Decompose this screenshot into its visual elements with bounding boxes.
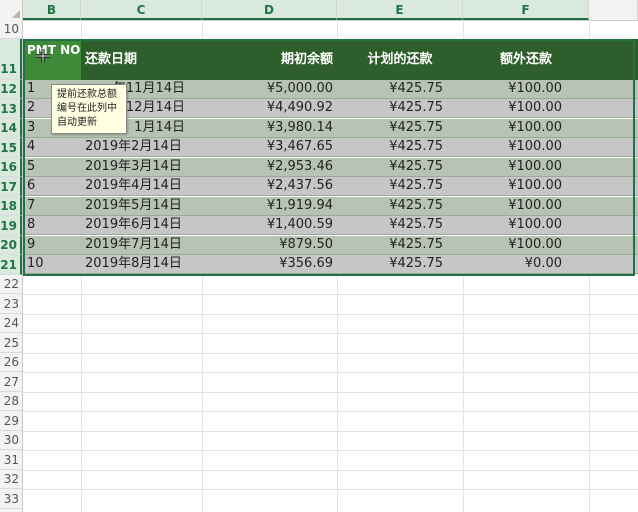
cell-payment-date[interactable]: 2019年2月14日 bbox=[81, 138, 202, 156]
cell-opening-balance[interactable]: ¥5,000.00 bbox=[202, 80, 337, 98]
cell-pmt-no[interactable]: 5 bbox=[23, 158, 81, 176]
cell-comment-tooltip: 提前还款总额 编号在此列中 自动更新 bbox=[51, 84, 127, 134]
row-header-30[interactable]: 30 bbox=[0, 431, 22, 450]
row-header-31[interactable]: 31 bbox=[0, 450, 22, 470]
column-header-e[interactable]: E bbox=[337, 0, 463, 20]
table-row: 7 2019年5月14日 ¥1,919.94 ¥425.75 ¥100.00 bbox=[23, 197, 638, 216]
table-row: 4 2019年2月14日 ¥3,467.65 ¥425.75 ¥100.00 bbox=[23, 138, 638, 157]
row-header-22[interactable]: 22 bbox=[0, 275, 22, 294]
move-cursor-icon bbox=[36, 49, 50, 63]
cell-payment-date[interactable]: 2019年6月14日 bbox=[81, 216, 202, 234]
cell-extra-payment[interactable]: ¥100.00 bbox=[463, 197, 566, 215]
row-header-26[interactable]: 26 bbox=[0, 353, 22, 372]
row-header-19[interactable]: 19 bbox=[0, 216, 22, 236]
column-header-f[interactable]: F bbox=[463, 0, 589, 20]
cell-pmt-no[interactable]: 7 bbox=[23, 197, 81, 215]
cell-extra-payment[interactable]: ¥100.00 bbox=[463, 119, 566, 137]
cell-pmt-no[interactable]: 6 bbox=[23, 177, 81, 195]
cell-opening-balance[interactable]: ¥1,400.59 bbox=[202, 216, 337, 234]
cell-opening-balance[interactable]: ¥356.69 bbox=[202, 255, 337, 273]
cell-extra-payment[interactable]: ¥100.00 bbox=[463, 216, 566, 234]
header-cell-payment-date[interactable]: 还款日期 bbox=[81, 39, 202, 80]
header-cell-pmt-no[interactable]: PMT NO bbox=[23, 39, 81, 80]
select-all-triangle-icon bbox=[12, 10, 20, 18]
cell-payment-date[interactable]: 2019年7月14日 bbox=[81, 236, 202, 254]
cell-opening-balance[interactable]: ¥879.50 bbox=[202, 236, 337, 254]
cell-scheduled-payment[interactable]: ¥425.75 bbox=[337, 99, 447, 117]
row-header-32[interactable]: 32 bbox=[0, 470, 22, 489]
cell-opening-balance[interactable]: ¥2,953.46 bbox=[202, 158, 337, 176]
cell-opening-balance[interactable]: ¥3,980.14 bbox=[202, 119, 337, 137]
cell-extra-payment[interactable]: ¥100.00 bbox=[463, 138, 566, 156]
row-header-12[interactable]: 12 bbox=[0, 80, 22, 99]
cell-scheduled-payment[interactable]: ¥425.75 bbox=[337, 236, 447, 254]
cell-opening-balance[interactable]: ¥2,437.56 bbox=[202, 177, 337, 195]
tooltip-line-1: 提前还款总额 bbox=[57, 89, 117, 100]
cell-opening-balance[interactable]: ¥1,919.94 bbox=[202, 197, 337, 215]
cell-extra-payment[interactable]: ¥0.00 bbox=[463, 255, 566, 273]
table-row: 8 2019年6月14日 ¥1,400.59 ¥425.75 ¥100.00 bbox=[23, 216, 638, 235]
column-header-d[interactable]: D bbox=[202, 0, 337, 20]
cell-scheduled-payment[interactable]: ¥425.75 bbox=[337, 119, 447, 137]
row-header-16[interactable]: 16 bbox=[0, 158, 22, 177]
row-header-23[interactable]: 23 bbox=[0, 294, 22, 314]
select-all-corner[interactable] bbox=[0, 0, 23, 20]
row-header-15[interactable]: 15 bbox=[0, 138, 22, 158]
cell-scheduled-payment[interactable]: ¥425.75 bbox=[337, 138, 447, 156]
tooltip-line-3: 自动更新 bbox=[57, 117, 97, 128]
row-header-21[interactable]: 21 bbox=[0, 255, 22, 275]
header-cell-opening-balance[interactable]: 期初余额 bbox=[202, 39, 337, 80]
table-row: 5 2019年3月14日 ¥2,953.46 ¥425.75 ¥100.00 bbox=[23, 158, 638, 177]
row-header-29[interactable]: 29 bbox=[0, 411, 22, 431]
row-header-28[interactable]: 28 bbox=[0, 392, 22, 411]
header-cell-extra-payment[interactable]: 额外还款 bbox=[463, 39, 589, 80]
cell-extra-payment[interactable]: ¥100.00 bbox=[463, 80, 566, 98]
table-row: 6 2019年4月14日 ¥2,437.56 ¥425.75 ¥100.00 bbox=[23, 177, 638, 196]
row-header-33[interactable]: 33 bbox=[0, 489, 22, 509]
row-header-11[interactable]: 11 bbox=[0, 39, 22, 80]
cell-scheduled-payment[interactable]: ¥425.75 bbox=[337, 197, 447, 215]
row-header-25[interactable]: 25 bbox=[0, 333, 22, 353]
cell-scheduled-payment[interactable]: ¥425.75 bbox=[337, 158, 447, 176]
table-header-row: PMT NO 还款日期 期初余额 计划的还款 额外还款 bbox=[23, 39, 638, 80]
column-header-c[interactable]: C bbox=[81, 0, 202, 20]
row-header-14[interactable]: 14 bbox=[0, 119, 22, 138]
cell-pmt-no[interactable]: 10 bbox=[23, 255, 81, 273]
row-header-13[interactable]: 13 bbox=[0, 99, 22, 119]
cell-extra-payment[interactable]: ¥100.00 bbox=[463, 99, 566, 117]
tooltip-line-2: 编号在此列中 bbox=[57, 103, 117, 114]
table-row: 9 2019年7月14日 ¥879.50 ¥425.75 ¥100.00 bbox=[23, 236, 638, 255]
row-header-24[interactable]: 24 bbox=[0, 314, 22, 333]
row-header-18[interactable]: 18 bbox=[0, 197, 22, 216]
column-header-b[interactable]: B bbox=[23, 0, 81, 20]
row-header-10[interactable]: 10 bbox=[0, 20, 22, 39]
cell-opening-balance[interactable]: ¥3,467.65 bbox=[202, 138, 337, 156]
row-header-20[interactable]: 20 bbox=[0, 236, 22, 255]
cell-payment-date[interactable]: 2019年8月14日 bbox=[81, 255, 202, 273]
cell-pmt-no[interactable]: 8 bbox=[23, 216, 81, 234]
cell-pmt-no[interactable]: 9 bbox=[23, 236, 81, 254]
cell-pmt-no[interactable]: 4 bbox=[23, 138, 81, 156]
row-header-17[interactable]: 17 bbox=[0, 177, 22, 197]
cell-scheduled-payment[interactable]: ¥425.75 bbox=[337, 177, 447, 195]
cell-extra-payment[interactable]: ¥100.00 bbox=[463, 177, 566, 195]
cell-scheduled-payment[interactable]: ¥425.75 bbox=[337, 80, 447, 98]
cell-scheduled-payment[interactable]: ¥425.75 bbox=[337, 255, 447, 273]
row-header-27[interactable]: 27 bbox=[0, 372, 22, 392]
cell-extra-payment[interactable]: ¥100.00 bbox=[463, 158, 566, 176]
cell-payment-date[interactable]: 2019年4月14日 bbox=[81, 177, 202, 195]
column-header-bar: B C D E F bbox=[0, 0, 638, 21]
cell-payment-date[interactable]: 2019年3月14日 bbox=[81, 158, 202, 176]
cell-opening-balance[interactable]: ¥4,490.92 bbox=[202, 99, 337, 117]
column-header-g[interactable] bbox=[589, 0, 638, 20]
header-cell-scheduled-payment[interactable]: 计划的还款 bbox=[337, 39, 463, 80]
cell-extra-payment[interactable]: ¥100.00 bbox=[463, 236, 566, 254]
cell-payment-date[interactable]: 2019年5月14日 bbox=[81, 197, 202, 215]
table-row: 10 2019年8月14日 ¥356.69 ¥425.75 ¥0.00 bbox=[23, 255, 638, 274]
cell-scheduled-payment[interactable]: ¥425.75 bbox=[337, 216, 447, 234]
row-header-bar: 10 11 12 13 14 15 16 17 18 19 20 21 22 2… bbox=[0, 20, 23, 512]
